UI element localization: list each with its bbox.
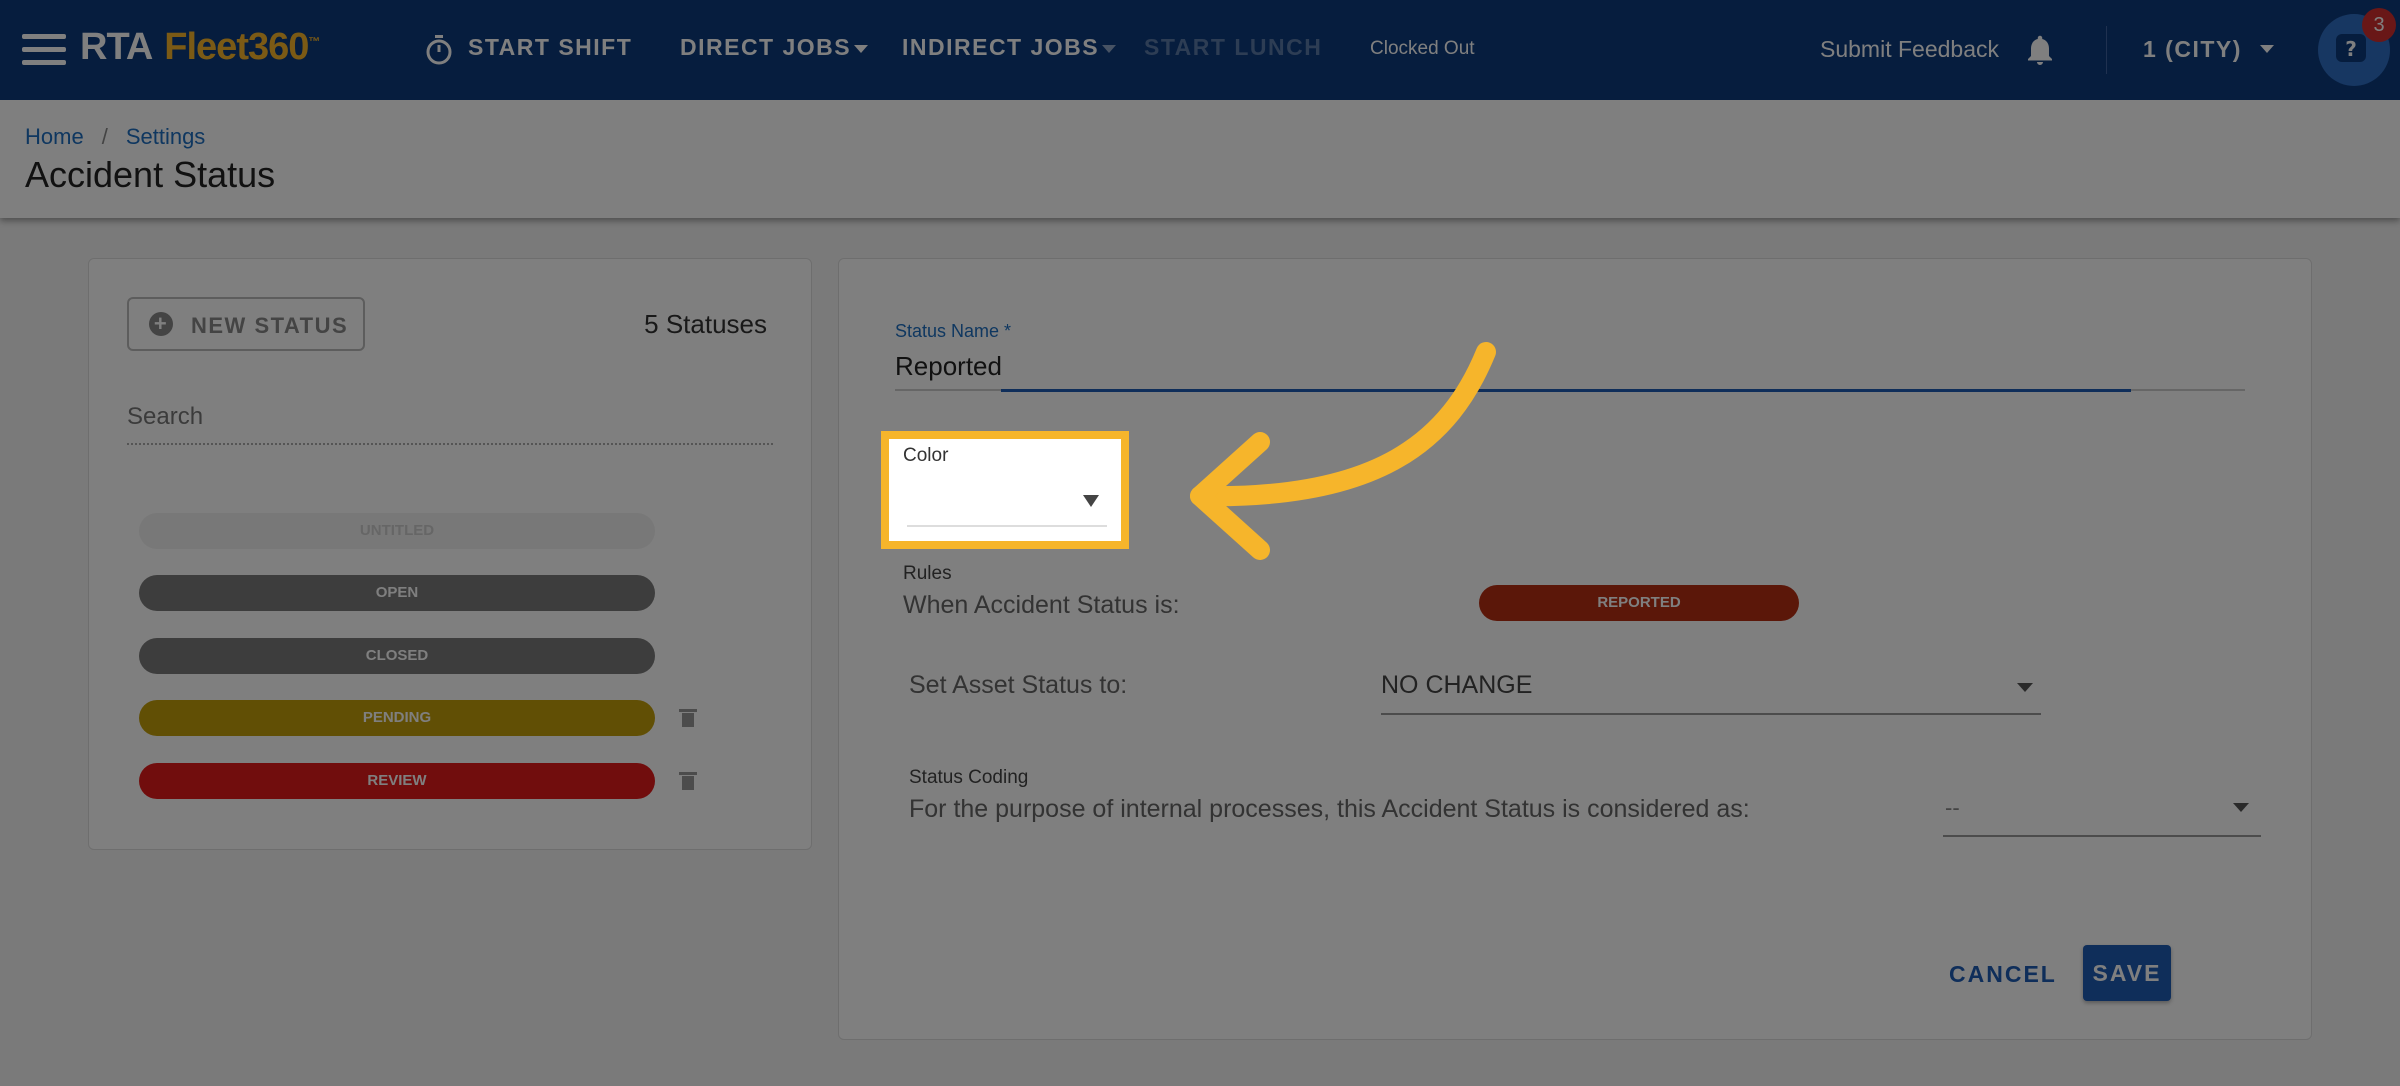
new-status-button[interactable]: + NEW STATUS [127,297,365,351]
status-pill-review[interactable]: REVIEW [139,763,655,799]
status-count: 5 Statuses [644,309,767,339]
submit-feedback-link[interactable]: Submit Feedback [1820,36,1999,63]
asset-status-chevron-down-icon[interactable] [2017,683,2033,692]
status-pill-untitled[interactable]: UNTITLED [139,513,655,549]
top-app-bar: RTA Fleet360™ START SHIFT DIRECT JOBS IND… [0,0,2400,100]
logo-name: Fleet360 [164,26,309,68]
save-button[interactable]: SAVE [2083,945,2171,1001]
logo-prefix: RTA [80,26,153,68]
bell-icon[interactable] [2022,32,2058,68]
app-logo[interactable]: RTA Fleet360™ [80,26,320,69]
status-coding-description: For the purpose of internal processes, t… [909,795,1750,823]
organization-chevron-down-icon[interactable] [2260,45,2274,53]
topbar-divider [2106,26,2107,74]
asset-status-label: Set Asset Status to: [909,671,1128,699]
start-shift-button[interactable]: START SHIFT [468,34,632,61]
plus-circle-icon: + [149,312,173,336]
cancel-button[interactable]: CANCEL [1949,961,2057,988]
asset-status-select[interactable]: NO CHANGE [1381,671,1532,700]
annotation-arrow-icon [1190,342,1496,560]
status-coding-select[interactable]: -- [1945,795,1960,821]
organization-selector[interactable]: 1 (CITY) [2143,36,2242,63]
page-title: Accident Status [25,154,276,195]
current-status-pill: REPORTED [1479,585,1799,621]
asset-status-underline [1381,713,2041,715]
new-status-label: NEW STATUS [191,313,349,338]
menu-icon[interactable] [22,34,66,66]
svg-text:?: ? [2345,37,2357,61]
search-input[interactable]: Search [127,393,773,445]
color-label: Color [903,445,949,466]
status-pill-closed[interactable]: CLOSED [139,638,655,674]
status-edit-form: Status Name * Reported Color Rules When … [838,258,2312,1040]
color-select[interactable] [907,525,1107,527]
rules-condition-text: When Accident Status is: [903,591,1180,619]
stopwatch-icon [426,35,452,65]
status-name-input[interactable]: Reported [895,351,1002,382]
direct-jobs-chevron-down-icon[interactable] [854,45,868,53]
color-chevron-down-icon[interactable] [1083,495,1099,507]
logo-trademark: ™ [308,34,320,49]
indirect-jobs-chevron-down-icon[interactable] [1102,45,1116,53]
delete-review-trash-icon[interactable] [679,772,697,790]
status-list-panel: + NEW STATUS 5 Statuses Search UNTITLED … [88,258,812,850]
status-coding-chevron-down-icon[interactable] [2233,803,2249,812]
status-coding-label: Status Coding [909,767,1029,788]
search-placeholder: Search [127,403,204,430]
breadcrumb-separator: / [101,124,108,149]
breadcrumb: Home / Settings [25,124,205,150]
rules-label: Rules [903,563,952,584]
status-pill-pending[interactable]: PENDING [139,700,655,736]
indirect-jobs-menu[interactable]: INDIRECT JOBS [902,34,1099,61]
status-name-label: Status Name * [895,321,1012,341]
start-lunch-button: START LUNCH [1144,34,1323,60]
breadcrumb-settings[interactable]: Settings [126,124,206,149]
page-header: Home / Settings Accident Status [0,100,2400,218]
direct-jobs-menu[interactable]: DIRECT JOBS [680,34,851,61]
status-pill-open[interactable]: OPEN [139,575,655,611]
breadcrumb-home[interactable]: Home [25,124,84,149]
clock-status-text: Clocked Out [1370,38,1475,59]
status-coding-underline [1943,835,2261,837]
notification-count-badge: 3 [2362,8,2396,42]
delete-pending-trash-icon[interactable] [679,709,697,727]
